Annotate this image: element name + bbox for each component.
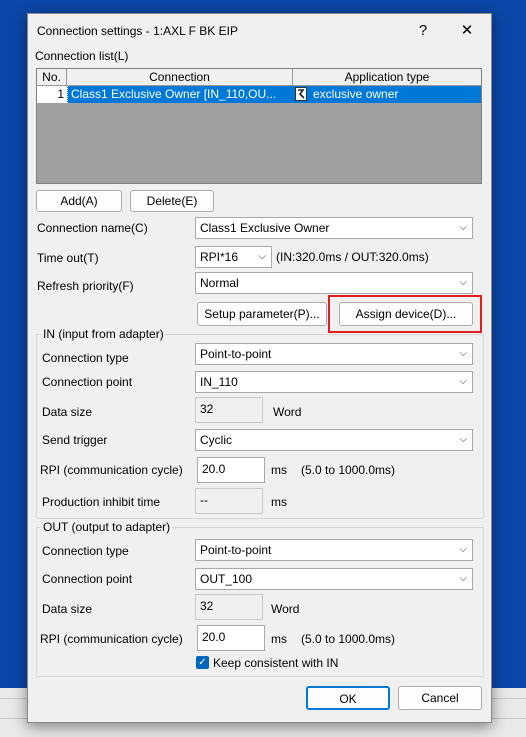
connection-settings-dialog: Connection settings - 1:AXL F BK EIP ? ✕…	[27, 13, 492, 723]
out-rpi-unit: ms	[271, 632, 287, 646]
out-connection-type-combo[interactable]: Point-to-point ⌵	[195, 539, 473, 561]
keep-consistent-checkbox[interactable]: ✓	[196, 656, 209, 669]
in-connection-type-label: Connection type	[42, 351, 129, 365]
timeout-label: Time out(T)	[37, 251, 99, 265]
dropdown-arrow-icon: ⌵	[459, 222, 467, 233]
in-production-inhibit-unit: ms	[271, 495, 287, 509]
in-group-title: IN (input from adapter)	[41, 327, 166, 341]
out-rpi-label: RPI (communication cycle)	[40, 632, 183, 646]
dropdown-arrow-icon: ⌵	[459, 573, 467, 584]
out-rpi-range: (5.0 to 1000.0ms)	[301, 632, 396, 646]
in-connection-type-value: Point-to-point	[200, 347, 272, 361]
in-data-size-field: 32	[195, 397, 263, 423]
in-connection-point-label: Connection point	[42, 375, 133, 389]
in-production-inhibit-label: Production inhibit time	[42, 495, 161, 509]
close-icon[interactable]: ✕	[454, 20, 480, 42]
timeout-value: RPI*16	[200, 250, 239, 264]
connection-name-value: Class1 Exclusive Owner	[200, 221, 330, 235]
out-rpi-input[interactable]: 20.0	[197, 625, 265, 651]
out-data-size-unit: Word	[271, 602, 300, 616]
dropdown-arrow-icon: ⌵	[459, 376, 467, 387]
row-no: 1	[37, 86, 67, 103]
column-header-connection[interactable]: Connection	[67, 69, 293, 86]
in-send-trigger-combo[interactable]: Cyclic ⌵	[195, 429, 473, 451]
in-rpi-unit: ms	[271, 463, 287, 477]
ok-button[interactable]: OK	[306, 686, 390, 710]
checkmark-icon: ✓	[198, 657, 207, 668]
annotation-highlight-box	[328, 295, 482, 333]
out-connection-type-value: Point-to-point	[200, 543, 272, 557]
refresh-priority-label: Refresh priority(F)	[37, 279, 134, 293]
out-group-title: OUT (output to adapter)	[41, 520, 173, 534]
connection-name-label: Connection name(C)	[37, 221, 148, 235]
add-button[interactable]: Add(A)	[36, 190, 122, 212]
application-type-text: exclusive owner	[313, 87, 399, 101]
column-header-application-type[interactable]: Application type	[293, 69, 481, 86]
in-send-trigger-value: Cyclic	[200, 433, 232, 447]
in-rpi-input[interactable]: 20.0	[197, 457, 265, 483]
in-connection-point-value: IN_110	[200, 375, 238, 389]
out-data-size-field: 32	[195, 594, 263, 620]
dropdown-arrow-icon: ⌵	[459, 544, 467, 555]
out-connection-point-combo[interactable]: OUT_100 ⌵	[195, 568, 473, 590]
dialog-title: Connection settings - 1:AXL F BK EIP	[37, 24, 238, 38]
out-connection-point-value: OUT_100	[200, 572, 253, 586]
setup-parameter-button[interactable]: Setup parameter(P)...	[197, 302, 327, 326]
eds-device-icon	[295, 87, 307, 101]
keep-consistent-label[interactable]: Keep consistent with IN	[213, 656, 338, 670]
in-connection-point-combo[interactable]: IN_110 ⌵	[195, 371, 473, 393]
in-data-size-unit: Word	[273, 405, 302, 419]
cancel-button[interactable]: Cancel	[398, 686, 482, 710]
timeout-combo[interactable]: RPI*16 ⌵	[195, 246, 272, 268]
in-data-size-label: Data size	[42, 405, 93, 419]
in-rpi-label: RPI (communication cycle)	[40, 463, 183, 477]
in-rpi-range: (5.0 to 1000.0ms)	[301, 463, 396, 477]
dropdown-arrow-icon: ⌵	[459, 434, 467, 445]
out-data-size-label: Data size	[42, 602, 93, 616]
refresh-priority-value: Normal	[200, 276, 239, 290]
connection-list-label: Connection list(L)	[35, 49, 129, 63]
delete-button[interactable]: Delete(E)	[130, 190, 214, 212]
row-application-type: exclusive owner	[293, 86, 481, 103]
help-icon[interactable]: ?	[410, 20, 436, 42]
refresh-priority-combo[interactable]: Normal ⌵	[195, 272, 473, 294]
connection-name-combo[interactable]: Class1 Exclusive Owner ⌵	[195, 217, 473, 239]
out-connection-point-label: Connection point	[42, 572, 133, 586]
column-header-no[interactable]: No.	[37, 69, 67, 86]
row-connection: Class1 Exclusive Owner [IN_110,OU...	[67, 86, 293, 103]
in-production-inhibit-field: --	[195, 488, 263, 514]
out-connection-type-label: Connection type	[42, 544, 129, 558]
in-send-trigger-label: Send trigger	[42, 433, 108, 447]
in-connection-type-combo[interactable]: Point-to-point ⌵	[195, 343, 473, 365]
table-row[interactable]: 1 Class1 Exclusive Owner [IN_110,OU... e…	[37, 86, 481, 103]
dropdown-arrow-icon: ⌵	[258, 251, 266, 262]
dropdown-arrow-icon: ⌵	[459, 348, 467, 359]
dropdown-arrow-icon: ⌵	[459, 277, 467, 288]
timeout-info: (IN:320.0ms / OUT:320.0ms)	[276, 250, 429, 264]
connection-list-table[interactable]: No. Connection Application type 1 Class1…	[36, 68, 482, 184]
